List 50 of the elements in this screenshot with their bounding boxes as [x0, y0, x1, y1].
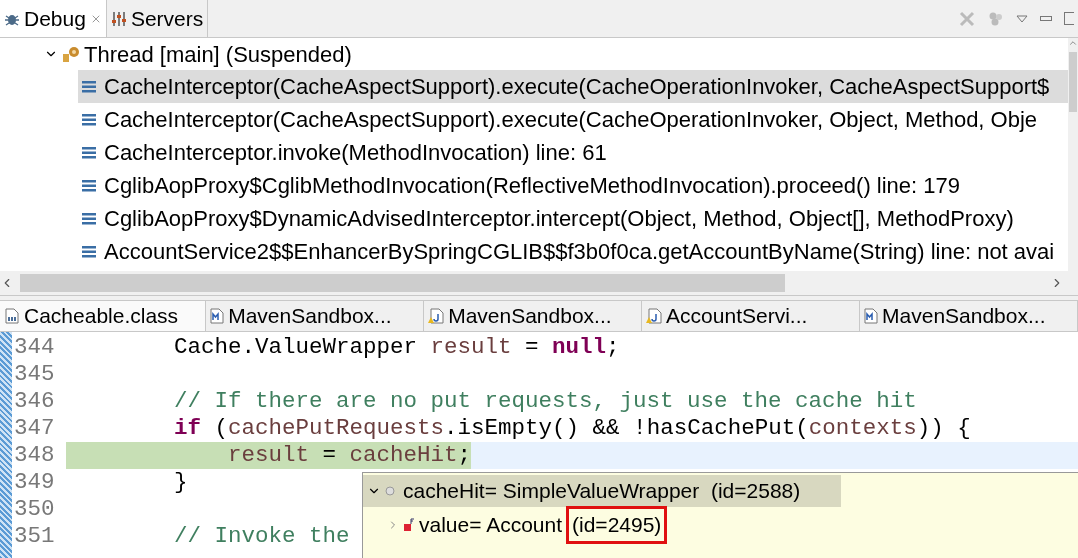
vertical-scrollbar[interactable]	[1068, 38, 1078, 271]
line-number: 351	[13, 521, 56, 551]
stack-frame-icon	[82, 113, 96, 126]
line-number: 346	[13, 386, 56, 416]
stack-frame-row[interactable]: CglibAopProxy$CglibMethodInvocation(ReflectiveMethodInvocation).proceed() line: 179	[78, 169, 1068, 202]
line-number: 347	[13, 413, 56, 443]
stack-frame-icon	[82, 146, 96, 159]
thread-label[interactable]: Thread [main] (Suspended)	[84, 38, 352, 71]
scrollbar-thumb[interactable]	[1069, 52, 1077, 112]
maximize-icon[interactable]	[1064, 11, 1074, 26]
line-number: 350	[13, 494, 56, 524]
line-number: 348	[13, 440, 56, 470]
line-number: 349	[13, 467, 56, 497]
stack-frame-icon	[82, 80, 96, 93]
editor-tab[interactable]: Cacheable.class	[0, 301, 207, 331]
code-line: // Invoke the	[173, 523, 350, 550]
java-file-icon	[646, 308, 663, 324]
code-line: // If there are no put requests, just use the cache hit	[173, 388, 917, 415]
view-tab[interactable]: Debug	[0, 0, 107, 37]
class-file-icon	[4, 308, 20, 324]
variable-id: (id=2495)	[566, 506, 668, 544]
code-line: }	[173, 469, 188, 496]
code-line: Cache.ValueWrapper result = null;	[173, 334, 620, 361]
line-number: 345	[13, 359, 56, 389]
stack-frame-row[interactable]: CglibAopProxy$DynamicAdvisedInterceptor.intercept(Object, Method, Object[], MethodProxy)	[78, 202, 1068, 235]
thread-icon	[62, 45, 80, 63]
stack-frame-row[interactable]: CacheInterceptor.invoke(MethodInvocation) line: 61	[78, 136, 1068, 169]
stack-frame-icon	[82, 212, 96, 225]
line-number: 344	[13, 332, 56, 362]
scrollbar-thumb[interactable]	[20, 274, 785, 292]
variable-row[interactable]: cacheHit= SimpleValueWrapper (id=2588)	[363, 475, 841, 507]
stack-frame-row[interactable]: CacheInterceptor(CacheAspectSupport).execute(CacheOperationInvoker, CacheAspectSupport$	[78, 70, 1068, 103]
java-file-icon	[428, 308, 445, 324]
sliders-icon	[110, 10, 127, 27]
scroll-up-icon[interactable]	[1068, 38, 1078, 48]
stack-frame-row[interactable]: AccountService2$$EnhancerBySpringCGLIB$$f3b0f0ca.getAccountByName(String) line: not avai	[78, 235, 1068, 268]
maven-file-icon	[210, 308, 225, 324]
variable-label[interactable]: value= Account	[419, 509, 563, 541]
code-line: if (cachePutRequests.isEmpty() && !hasCachePut(contexts)) {	[173, 415, 971, 442]
cluster-icon[interactable]	[988, 10, 1004, 27]
stack-frame-icon	[82, 245, 96, 258]
remove-terminated-icon[interactable]	[958, 9, 976, 28]
view-menu-icon[interactable]	[1016, 14, 1028, 23]
stack-frame-icon	[82, 179, 96, 192]
minimize-icon[interactable]	[1040, 15, 1052, 22]
maven-file-icon	[864, 308, 879, 324]
private-field-icon	[403, 518, 415, 532]
horizontal-scrollbar[interactable]	[0, 271, 1078, 295]
stack-frame-row[interactable]: CacheInterceptor(CacheAspectSupport).execute(CacheOperationInvoker, Object, Method, Obje	[78, 103, 1068, 136]
field-icon	[385, 486, 395, 496]
